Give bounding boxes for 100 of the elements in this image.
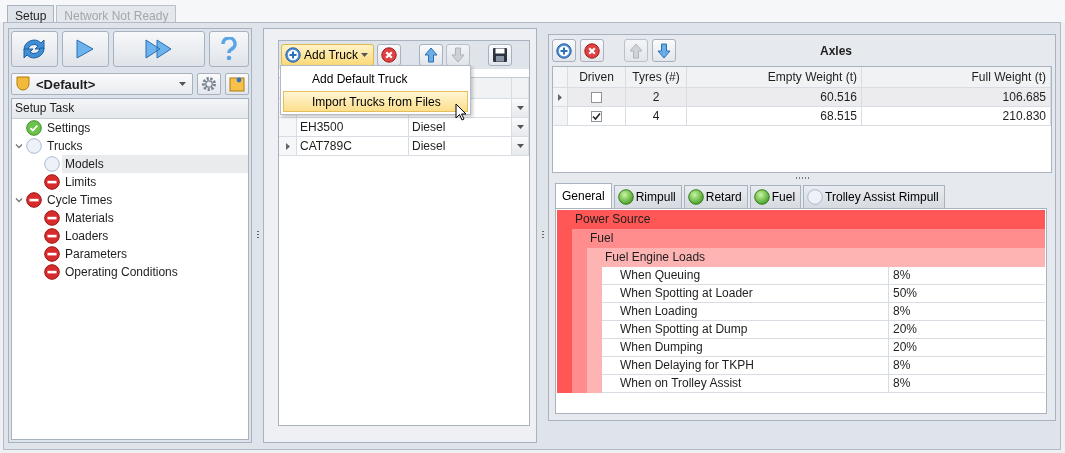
table-cell: 68.515: [687, 107, 862, 125]
column-header: Full Weight (t): [862, 67, 1051, 87]
property-label: When Spotting at Loader: [602, 285, 889, 302]
play-icon: [76, 39, 95, 59]
add-icon: [285, 47, 301, 63]
category-header: Fuel Engine Loads: [604, 249, 707, 266]
move-up-button[interactable]: [419, 44, 444, 66]
tree-item[interactable]: Limits: [62, 173, 248, 191]
table-cell: 210.830: [862, 107, 1051, 125]
tree-item[interactable]: Loaders: [62, 227, 248, 245]
property-value[interactable]: 8%: [889, 357, 1045, 374]
table-cell: 60.516: [687, 88, 862, 106]
column-header: Tyres (#): [626, 67, 687, 87]
property-label: When Delaying for TKPH: [602, 357, 889, 374]
fast-forward-icon: [144, 39, 173, 59]
checkbox[interactable]: [591, 110, 602, 122]
caret-icon: [361, 53, 369, 57]
tree-item[interactable]: Parameters: [62, 245, 248, 263]
category-header: Power Source: [574, 211, 652, 228]
property-label: When Loading: [602, 303, 889, 320]
caret-icon: [516, 106, 524, 110]
run-all-button[interactable]: [112, 31, 205, 67]
table-cell: CAT789C: [297, 137, 409, 155]
settings-button[interactable]: [197, 73, 221, 95]
tab[interactable]: Trolley Assist Rimpull: [803, 185, 945, 208]
ball-icon: [687, 189, 704, 205]
property-value[interactable]: 8%: [889, 303, 1045, 320]
caret-icon: [516, 125, 524, 129]
tree-item[interactable]: Models: [62, 155, 248, 173]
add-truck-button[interactable]: Add Truck: [281, 44, 375, 66]
checkbox[interactable]: [591, 91, 602, 103]
add-icon: [556, 42, 572, 59]
dropdown-button[interactable]: [512, 118, 529, 136]
dropdown-button[interactable]: [512, 99, 529, 117]
caret-icon: [179, 82, 186, 86]
column-header: Setup Task: [12, 99, 248, 119]
down-arrow-icon: [451, 47, 466, 63]
tab[interactable]: Rimpull: [613, 185, 682, 208]
stop-icon: [26, 192, 42, 208]
delete-icon: [584, 42, 600, 59]
table-cell: EH3500: [297, 118, 409, 136]
tree-item[interactable]: Cycle Times: [44, 191, 248, 209]
tab[interactable]: Retard: [683, 185, 748, 208]
property-value[interactable]: 50%: [889, 285, 1045, 302]
column-header: Driven: [568, 67, 626, 87]
category-header: Fuel: [589, 230, 615, 247]
add-button[interactable]: [552, 39, 576, 62]
property-label: When Queuing: [602, 267, 889, 284]
ball-icon: [753, 189, 770, 205]
check-icon: [26, 120, 42, 136]
up-arrow-icon: [424, 47, 439, 63]
notes-button[interactable]: [225, 73, 249, 95]
help-icon: [220, 37, 237, 61]
tree-item[interactable]: Trucks: [44, 137, 248, 155]
chevron-down-icon[interactable]: [15, 142, 23, 150]
refresh-button[interactable]: [11, 31, 58, 67]
property-label: When on Trolley Assist: [602, 375, 889, 392]
down-arrow-icon: [657, 42, 671, 59]
property-value[interactable]: 8%: [889, 267, 1045, 284]
property-value[interactable]: 8%: [889, 375, 1045, 392]
column-header: Empty Weight (t): [687, 67, 862, 87]
chevron-down-icon[interactable]: [15, 196, 23, 204]
property-label: When Spotting at Dump: [602, 321, 889, 338]
dropdown-button[interactable]: [512, 137, 529, 155]
tree-item[interactable]: Operating Conditions: [62, 263, 248, 281]
stop-icon: [44, 228, 60, 244]
settings-icon: [201, 76, 217, 92]
circle-icon: [44, 156, 60, 172]
shield-icon: [16, 76, 30, 92]
delete-icon: [381, 47, 398, 63]
delete-button[interactable]: [580, 39, 604, 62]
circle-icon: [807, 189, 824, 205]
move-down-button[interactable]: [652, 39, 676, 62]
table-cell: 106.685: [862, 88, 1051, 106]
panel-title: Axles: [819, 43, 853, 58]
stop-icon: [44, 174, 60, 190]
property-value[interactable]: 20%: [889, 339, 1045, 356]
up-arrow-icon: [629, 42, 643, 59]
table-cell: 4: [626, 107, 687, 125]
property-value[interactable]: 20%: [889, 321, 1045, 338]
circle-icon: [26, 138, 42, 154]
property-label: When Dumping: [602, 339, 889, 356]
profile-dropdown[interactable]: <Default>: [11, 73, 193, 95]
stop-icon: [44, 246, 60, 262]
tab[interactable]: Setup: [7, 5, 55, 22]
tree-item[interactable]: Materials: [62, 209, 248, 227]
table-cell: 2: [626, 88, 687, 106]
save-icon: [492, 47, 509, 63]
tree-item[interactable]: Settings: [44, 119, 248, 137]
menu-item[interactable]: Import Trucks from Files: [283, 91, 468, 112]
save-button[interactable]: [488, 44, 513, 66]
tab[interactable]: Fuel: [749, 185, 802, 208]
row-header[interactable]: [279, 137, 297, 155]
caret-icon: [516, 144, 524, 148]
run-button[interactable]: [61, 31, 109, 67]
current-row-icon: [285, 142, 290, 150]
tab[interactable]: General: [555, 183, 612, 208]
row-header[interactable]: [553, 88, 568, 106]
ball-icon: [617, 189, 634, 205]
delete-button[interactable]: [377, 44, 402, 66]
